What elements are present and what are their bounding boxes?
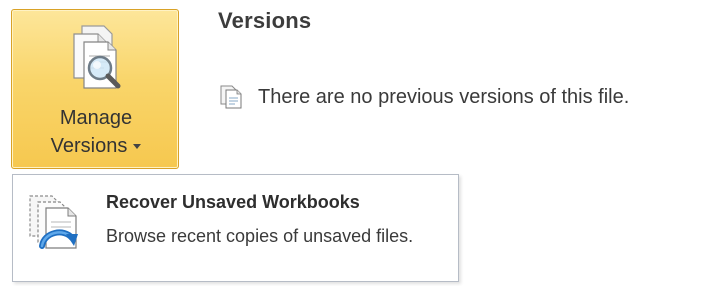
manage-versions-label-text: Versions bbox=[50, 135, 128, 157]
menu-item-title: Recover Unsaved Workbooks bbox=[106, 192, 360, 212]
versions-message-row: There are no previous versions of this f… bbox=[218, 82, 629, 112]
menu-item-recover-unsaved-workbooks[interactable]: Recover Unsaved Workbooks Browse recent … bbox=[14, 176, 457, 280]
dropdown-arrow-icon bbox=[133, 144, 142, 150]
manage-versions-label-line1: Manage bbox=[59, 107, 133, 129]
document-versions-icon bbox=[220, 85, 242, 109]
versions-heading: Versions bbox=[218, 8, 312, 33]
menu-item-description: Browse recent copies of unsaved files. bbox=[106, 226, 414, 246]
manage-versions-menu: Recover Unsaved Workbooks Browse recent … bbox=[12, 174, 459, 282]
recover-workbook-icon bbox=[29, 195, 78, 249]
manage-versions-label-line2: Versions bbox=[12, 134, 180, 158]
backstage-info-panel: Manage Versions Versions There are no pr… bbox=[0, 0, 708, 286]
manage-versions-icon bbox=[73, 25, 121, 89]
versions-message: There are no previous versions of this f… bbox=[258, 85, 630, 108]
manage-versions-button[interactable]: Manage Versions bbox=[11, 9, 179, 169]
